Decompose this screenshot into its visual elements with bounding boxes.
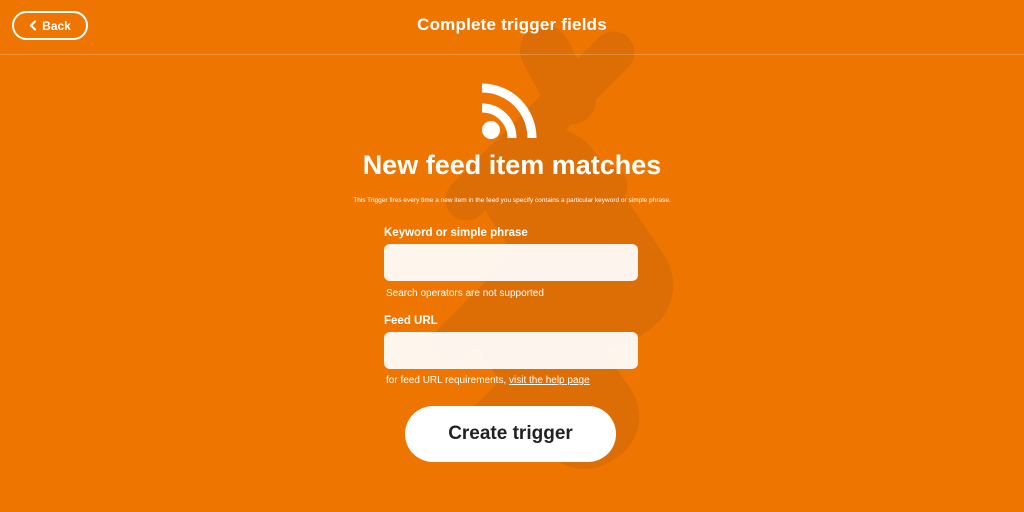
keyword-field-help: Search operators are not supported <box>386 288 544 299</box>
feed-url-field-label: Feed URL <box>384 315 438 327</box>
keyword-input[interactable] <box>384 244 638 281</box>
feed-url-input[interactable] <box>384 332 638 369</box>
trigger-title: New feed item matches <box>362 150 662 180</box>
feed-url-field-help: for feed URL requirements, visit the hel… <box>386 375 590 386</box>
help-page-link[interactable]: visit the help page <box>509 375 590 386</box>
trigger-description: This Trigger fires every time a new item… <box>353 197 671 204</box>
rss-feed-icon <box>480 82 542 140</box>
keyword-field-label: Keyword or simple phrase <box>384 227 528 239</box>
page-title: Complete trigger fields <box>417 15 607 34</box>
create-trigger-button[interactable]: Create trigger <box>405 406 616 462</box>
feed-url-help-text: for feed URL requirements, <box>386 375 510 386</box>
header-bar: Back Complete trigger fields <box>0 0 1024 55</box>
